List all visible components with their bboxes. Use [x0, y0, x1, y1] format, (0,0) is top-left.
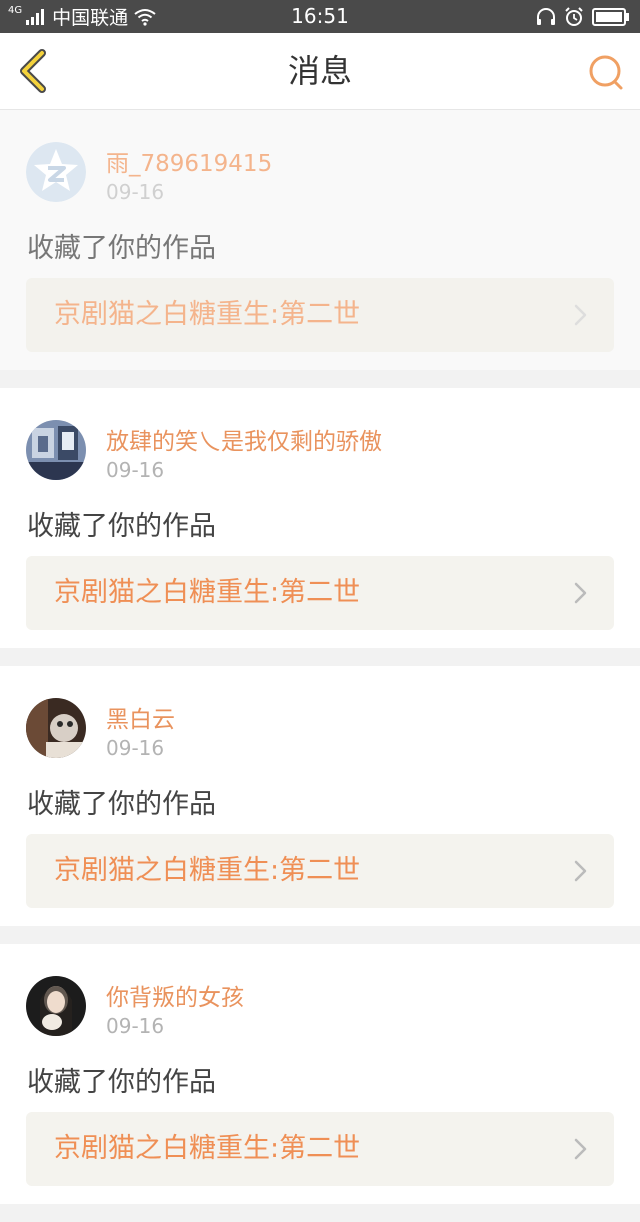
notification-date: 09-16: [106, 458, 165, 482]
alarm-icon: [565, 6, 583, 26]
avatar[interactable]: [26, 142, 86, 202]
nav-bar: 消息: [0, 33, 640, 110]
username-link[interactable]: 你背叛的女孩: [106, 978, 244, 1012]
search-button[interactable]: [586, 53, 626, 93]
chevron-right-icon: [574, 860, 587, 882]
battery-icon: [592, 7, 629, 26]
username-link[interactable]: 雨_789619415: [106, 144, 272, 178]
work-link[interactable]: 京剧猫之白糖重生:第二世: [26, 278, 614, 352]
notification-card: 雨_789619415 09-16 收藏了你的作品 京剧猫之白糖重生:第二世: [0, 110, 640, 370]
work-title: 京剧猫之白糖重生:第二世: [54, 577, 361, 608]
username-link[interactable]: 黑白云: [106, 700, 175, 734]
chevron-right-icon: [574, 582, 587, 604]
notification-date: 09-16: [106, 736, 165, 760]
notification-text: 收藏了你的作品: [27, 233, 216, 264]
username-link[interactable]: 放肆的笑乀是我仅剩的骄傲: [106, 422, 382, 456]
user-photo-avatar: [26, 698, 86, 758]
notification-card: 你背叛的女孩 09-16 收藏了你的作品 京剧猫之白糖重生:第二世: [0, 944, 640, 1204]
notification-date: 09-16: [106, 180, 165, 204]
headphones-icon: [537, 7, 555, 25]
page-title: 消息: [287, 52, 352, 90]
work-title: 京剧猫之白糖重生:第二世: [54, 299, 361, 330]
notification-list: 雨_789619415 09-16 收藏了你的作品 京剧猫之白糖重生:第二世 放…: [0, 110, 640, 1222]
notification-card: 放肆的笑乀是我仅剩的骄傲 09-16 收藏了你的作品 京剧猫之白糖重生:第二世: [0, 388, 640, 648]
chevron-right-icon: [574, 1138, 587, 1160]
work-title: 京剧猫之白糖重生:第二世: [54, 1133, 361, 1164]
status-right: [536, 0, 630, 33]
notification-date: 09-16: [106, 1014, 165, 1038]
work-link[interactable]: 京剧猫之白糖重生:第二世: [26, 556, 614, 630]
work-title: 京剧猫之白糖重生:第二世: [54, 855, 361, 886]
work-link[interactable]: 京剧猫之白糖重生:第二世: [26, 834, 614, 908]
search-icon: [589, 55, 623, 90]
notification-text: 收藏了你的作品: [27, 789, 216, 820]
avatar[interactable]: [26, 420, 86, 480]
default-avatar-icon: [26, 142, 86, 202]
status-bar: 4G 中国联通 16:51: [0, 0, 640, 33]
notification-text: 收藏了你的作品: [27, 511, 216, 542]
user-photo-avatar: [26, 976, 86, 1036]
avatar[interactable]: [26, 698, 86, 758]
user-photo-avatar: [26, 420, 86, 480]
work-link[interactable]: 京剧猫之白糖重生:第二世: [26, 1112, 614, 1186]
notification-card: 黑白云 09-16 收藏了你的作品 京剧猫之白糖重生:第二世: [0, 666, 640, 926]
avatar[interactable]: [26, 976, 86, 1036]
chevron-right-icon: [574, 304, 587, 326]
notification-text: 收藏了你的作品: [27, 1067, 216, 1098]
